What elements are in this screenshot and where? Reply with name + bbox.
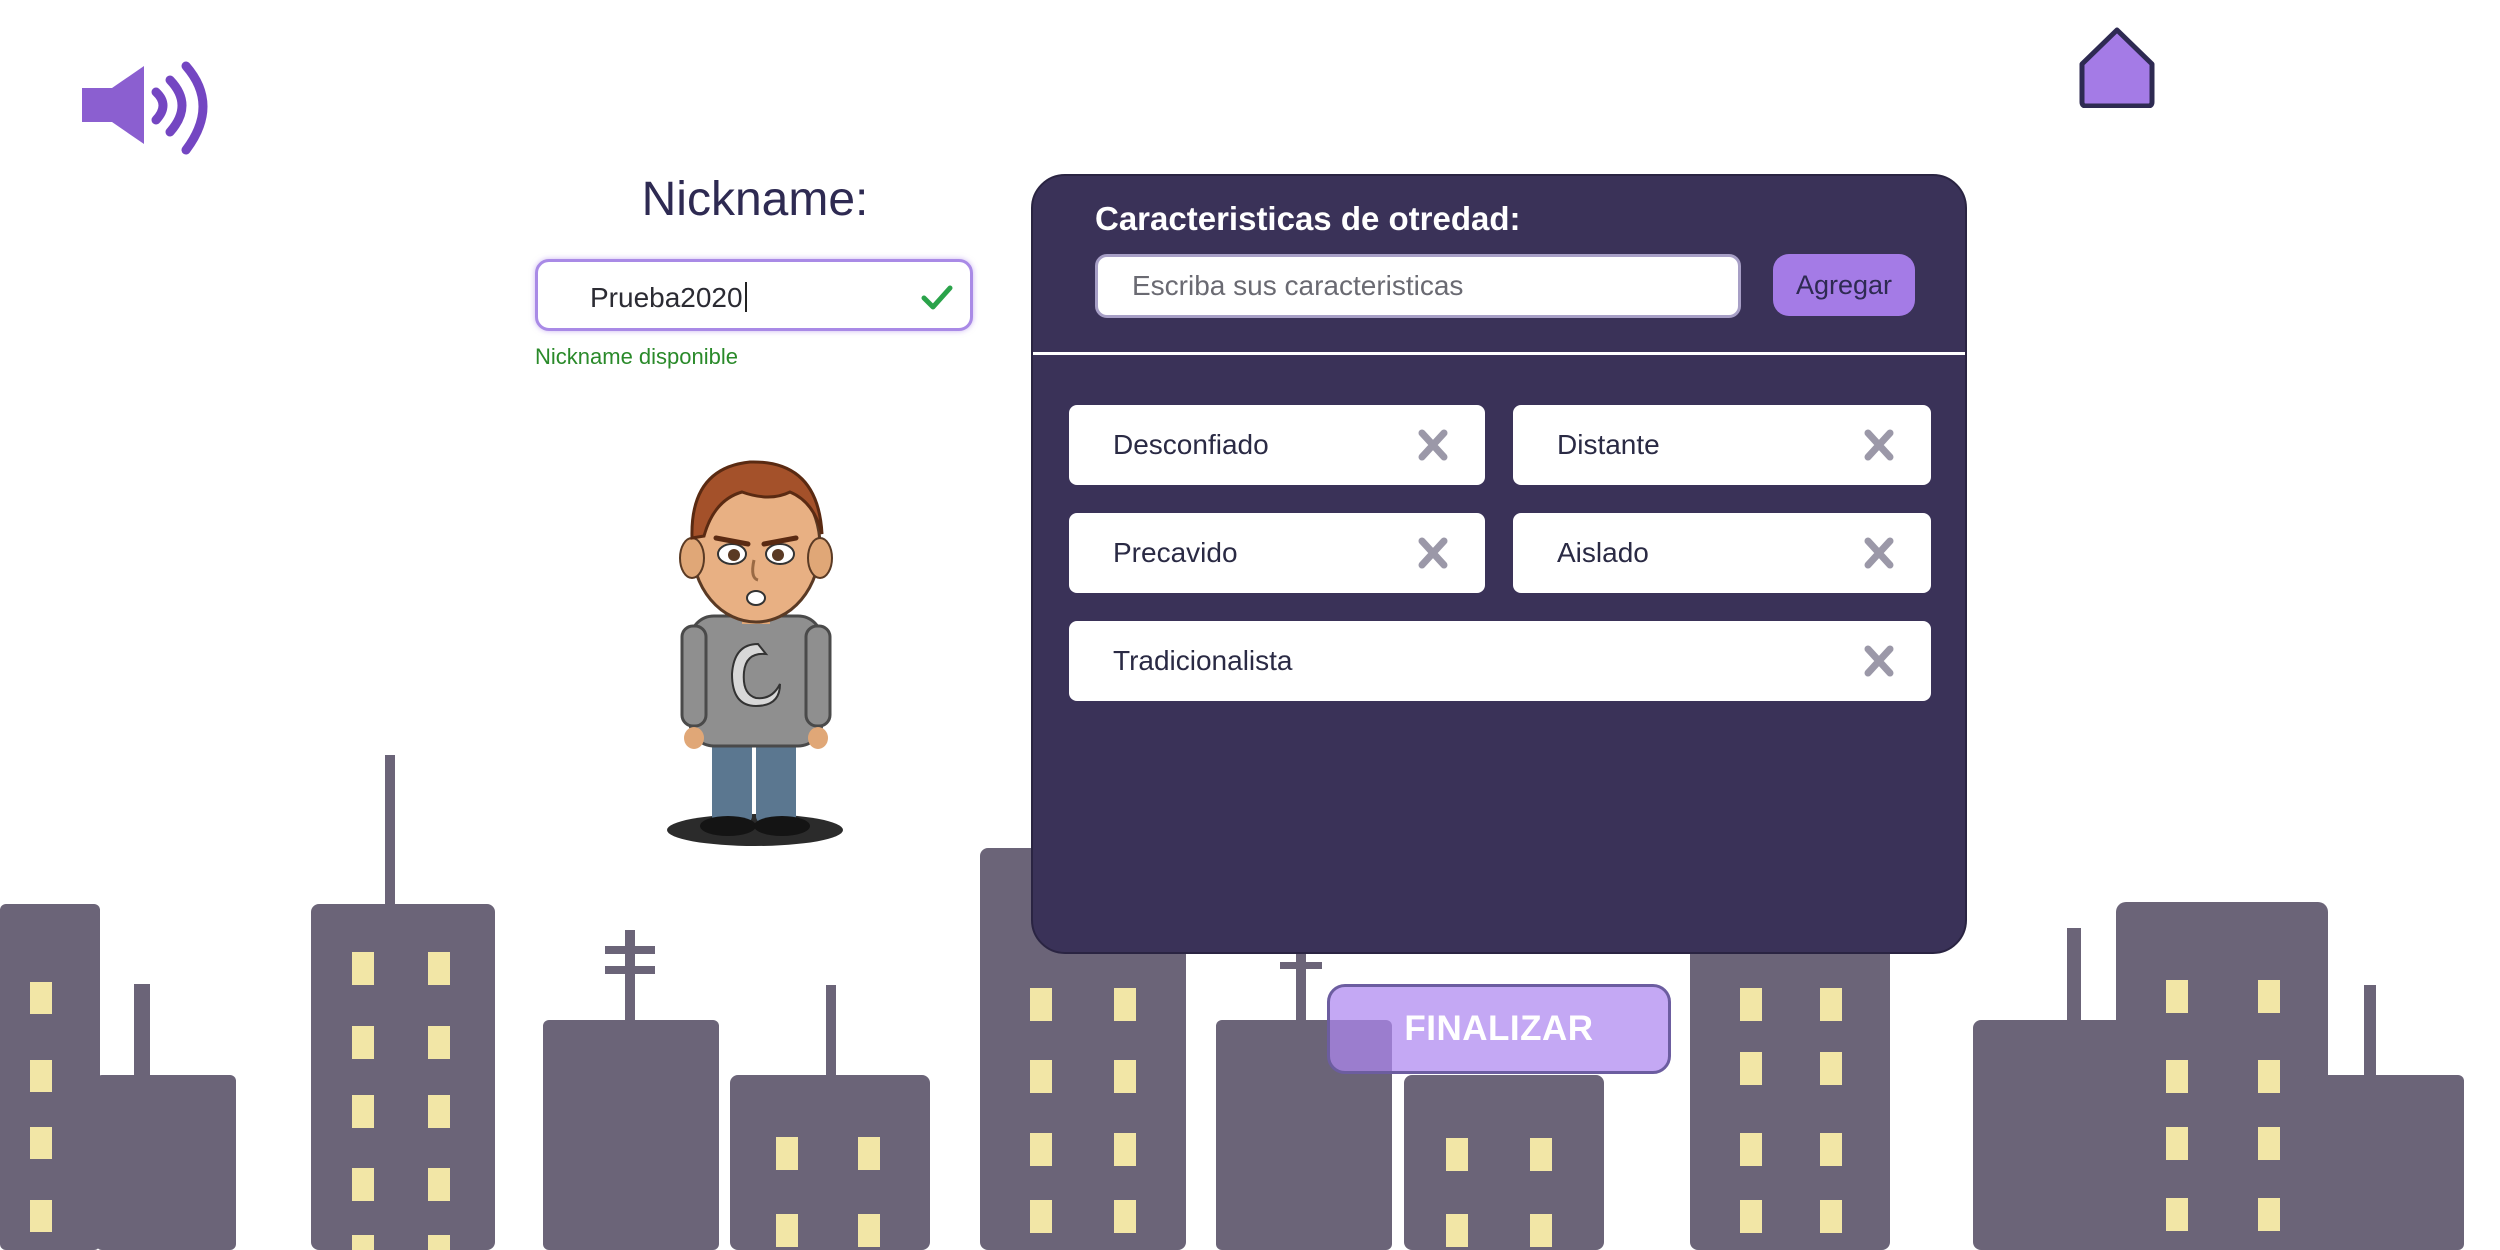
otherness-characteristics-panel: Caracteristicas de otredad: Agregar Desc… xyxy=(1031,174,1967,954)
tag-chip: Aislado xyxy=(1513,513,1931,593)
panel-title: Caracteristicas de otredad: xyxy=(1095,200,1521,237)
tag-label: Tradicionalista xyxy=(1113,645,1293,676)
home-icon xyxy=(2079,27,2155,109)
panel-divider xyxy=(1033,352,1965,355)
close-x-icon[interactable] xyxy=(1417,429,1449,461)
checkmark-icon xyxy=(921,285,953,310)
sound-toggle-button[interactable] xyxy=(78,58,214,160)
tag-label: Aislado xyxy=(1557,537,1649,568)
tag-label: Distante xyxy=(1557,429,1660,460)
nickname-input[interactable]: Prueba2020 xyxy=(535,259,973,331)
nickname-status: Nickname disponible xyxy=(535,344,738,369)
tag-chip: Distante xyxy=(1513,405,1931,485)
home-button[interactable] xyxy=(2078,26,2156,109)
add-button[interactable]: Agregar xyxy=(1773,254,1915,316)
tag-label: Precavido xyxy=(1113,537,1238,568)
close-x-icon[interactable] xyxy=(1863,645,1895,677)
characteristic-input[interactable] xyxy=(1095,254,1741,318)
close-x-icon[interactable] xyxy=(1417,537,1449,569)
finalize-button[interactable]: FINALIZAR xyxy=(1327,984,1671,1074)
tag-chip: Precavido xyxy=(1069,513,1485,593)
avatar xyxy=(667,460,843,846)
tag-chip: Tradicionalista xyxy=(1069,621,1931,701)
nickname-value[interactable]: Prueba2020 xyxy=(590,282,747,314)
speaker-volume-icon xyxy=(82,61,208,155)
tag-label: Desconfiado xyxy=(1113,429,1269,460)
nickname-label: Nickname: xyxy=(641,173,869,226)
tag-chip: Desconfiado xyxy=(1069,405,1485,485)
close-x-icon[interactable] xyxy=(1863,429,1895,461)
close-x-icon[interactable] xyxy=(1863,537,1895,569)
